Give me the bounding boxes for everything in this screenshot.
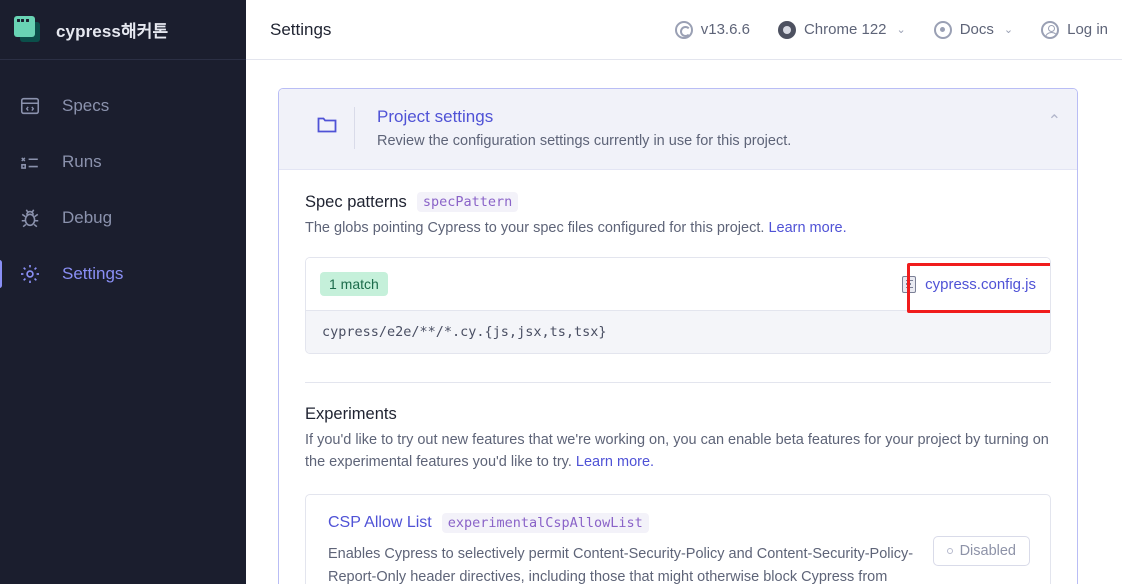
config-file-label: cypress.config.js — [925, 275, 1036, 293]
spec-pattern-match-card: 1 match cypress.config.js cypress/e2e/**… — [305, 257, 1051, 355]
experiment-card-title-row: CSP Allow List experimentalCspAllowList — [328, 512, 917, 533]
debug-bug-icon — [18, 206, 42, 230]
file-document-icon — [902, 275, 917, 293]
project-settings-header[interactable]: Project settings Review the configuratio… — [279, 89, 1077, 170]
chevron-down-icon: ⌄ — [1003, 24, 1014, 36]
docs-menu[interactable]: Docs ⌄ — [920, 20, 1027, 39]
chevron-down-icon: ⌄ — [896, 24, 906, 36]
page-title: Settings — [270, 19, 332, 39]
experiments-section: Experiments If you'd like to try out new… — [305, 383, 1051, 584]
spec-patterns-section: Spec patterns specPattern The globs poin… — [305, 192, 1051, 355]
spec-patterns-description-text: The globs pointing Cypress to your spec … — [305, 220, 769, 236]
panel-title: Project settings — [377, 107, 494, 126]
status-dot-icon — [946, 548, 953, 554]
sidebar-item-settings[interactable]: Settings — [0, 246, 246, 302]
cypress-config-file-link[interactable]: cypress.config.js — [902, 275, 1036, 293]
spec-patterns-learn-more-link[interactable]: Learn more. — [768, 220, 846, 236]
sidebar-item-runs[interactable]: Runs — [0, 134, 246, 190]
experiment-code-badge: experimentalCspAllowList — [441, 512, 649, 533]
project-settings-panel: Project settings Review the configuratio… — [278, 88, 1078, 584]
match-count-badge: 1 match — [320, 272, 388, 297]
spec-patterns-title-row: Spec patterns specPattern — [305, 192, 1051, 212]
topbar: Settings v13.6.6 Chrome 122 ⌄ Docs ⌄ Log… — [246, 0, 1122, 60]
sidebar-item-label: Settings — [62, 264, 124, 283]
sidebar-item-label: Runs — [62, 152, 102, 171]
browser-label: Chrome 122 — [803, 21, 887, 38]
project-name: cypress해커톤 — [56, 22, 169, 41]
status-badge: Disabled — [932, 536, 1030, 566]
browser-selector[interactable]: Chrome 122 ⌄ — [764, 20, 920, 39]
status-badge-label: Disabled — [959, 543, 1016, 559]
folder-icon-column — [299, 107, 355, 149]
chevron-up-icon[interactable]: ⌃ — [1048, 111, 1061, 131]
avatar-icon — [1041, 20, 1060, 39]
spec-pattern-code-badge: specPattern — [416, 192, 519, 212]
version-indicator[interactable]: v13.6.6 — [661, 20, 764, 39]
settings-content: Project settings Review the configuratio… — [246, 60, 1122, 584]
sidebar-item-debug[interactable]: Debug — [0, 190, 246, 246]
experiments-description: If you'd like to try out new features th… — [305, 430, 1051, 474]
runs-icon — [18, 150, 42, 174]
login-label: Log in — [1067, 21, 1108, 38]
docs-icon — [933, 20, 952, 39]
sidebar-nav: Specs Runs Debug Settings — [0, 60, 246, 302]
login-button[interactable]: Log in — [1027, 20, 1122, 39]
sidebar-brand[interactable]: cypress해커톤 — [0, 0, 246, 60]
experiment-card-description: Enables Cypress to selectively permit Co… — [328, 545, 914, 584]
experiment-card-content: CSP Allow List experimentalCspAllowList … — [328, 512, 917, 584]
sidebar-item-label: Debug — [62, 208, 113, 227]
experiments-title: Experiments — [305, 405, 397, 424]
project-settings-heading: Project settings Review the configuratio… — [355, 107, 791, 149]
sidebar-item-label: Specs — [62, 96, 110, 115]
experiment-card-csp-allow-list: CSP Allow List experimentalCspAllowList … — [305, 493, 1051, 584]
sidebar-item-specs[interactable]: Specs — [0, 78, 246, 134]
folder-icon — [315, 112, 339, 149]
spec-patterns-description: The globs pointing Cypress to your spec … — [305, 218, 1051, 239]
main-area: Settings v13.6.6 Chrome 122 ⌄ Docs ⌄ Log… — [246, 0, 1122, 584]
version-label: v13.6.6 — [700, 21, 750, 38]
cypress-ring-icon — [674, 20, 693, 39]
experiment-card-title: CSP Allow List — [328, 513, 432, 531]
experiments-learn-more-link[interactable]: Learn more. — [576, 454, 654, 470]
cypress-logo-icon — [14, 15, 42, 44]
specs-icon — [18, 94, 42, 118]
docs-label: Docs — [959, 21, 994, 38]
experiments-description-text: If you'd like to try out new features th… — [305, 432, 1049, 470]
chrome-icon — [777, 20, 796, 39]
active-indicator — [0, 260, 2, 288]
panel-subtitle: Review the configuration settings curren… — [377, 133, 792, 149]
gear-icon — [18, 262, 42, 286]
spec-pattern-glob-value: cypress/e2e/**/*.cy.{js,jsx,ts,tsx} — [306, 310, 1050, 354]
topbar-actions: v13.6.6 Chrome 122 ⌄ Docs ⌄ Log in — [661, 0, 1122, 59]
spec-pattern-match-row: 1 match cypress.config.js — [306, 258, 1050, 314]
app-root: cypress해커톤 Specs Runs Debug Settings Set… — [0, 0, 1122, 584]
sidebar: cypress해커톤 Specs Runs Debug Settings — [0, 0, 246, 584]
panel-body: Spec patterns specPattern The globs poin… — [279, 170, 1077, 584]
spec-patterns-title: Spec patterns — [305, 192, 407, 211]
